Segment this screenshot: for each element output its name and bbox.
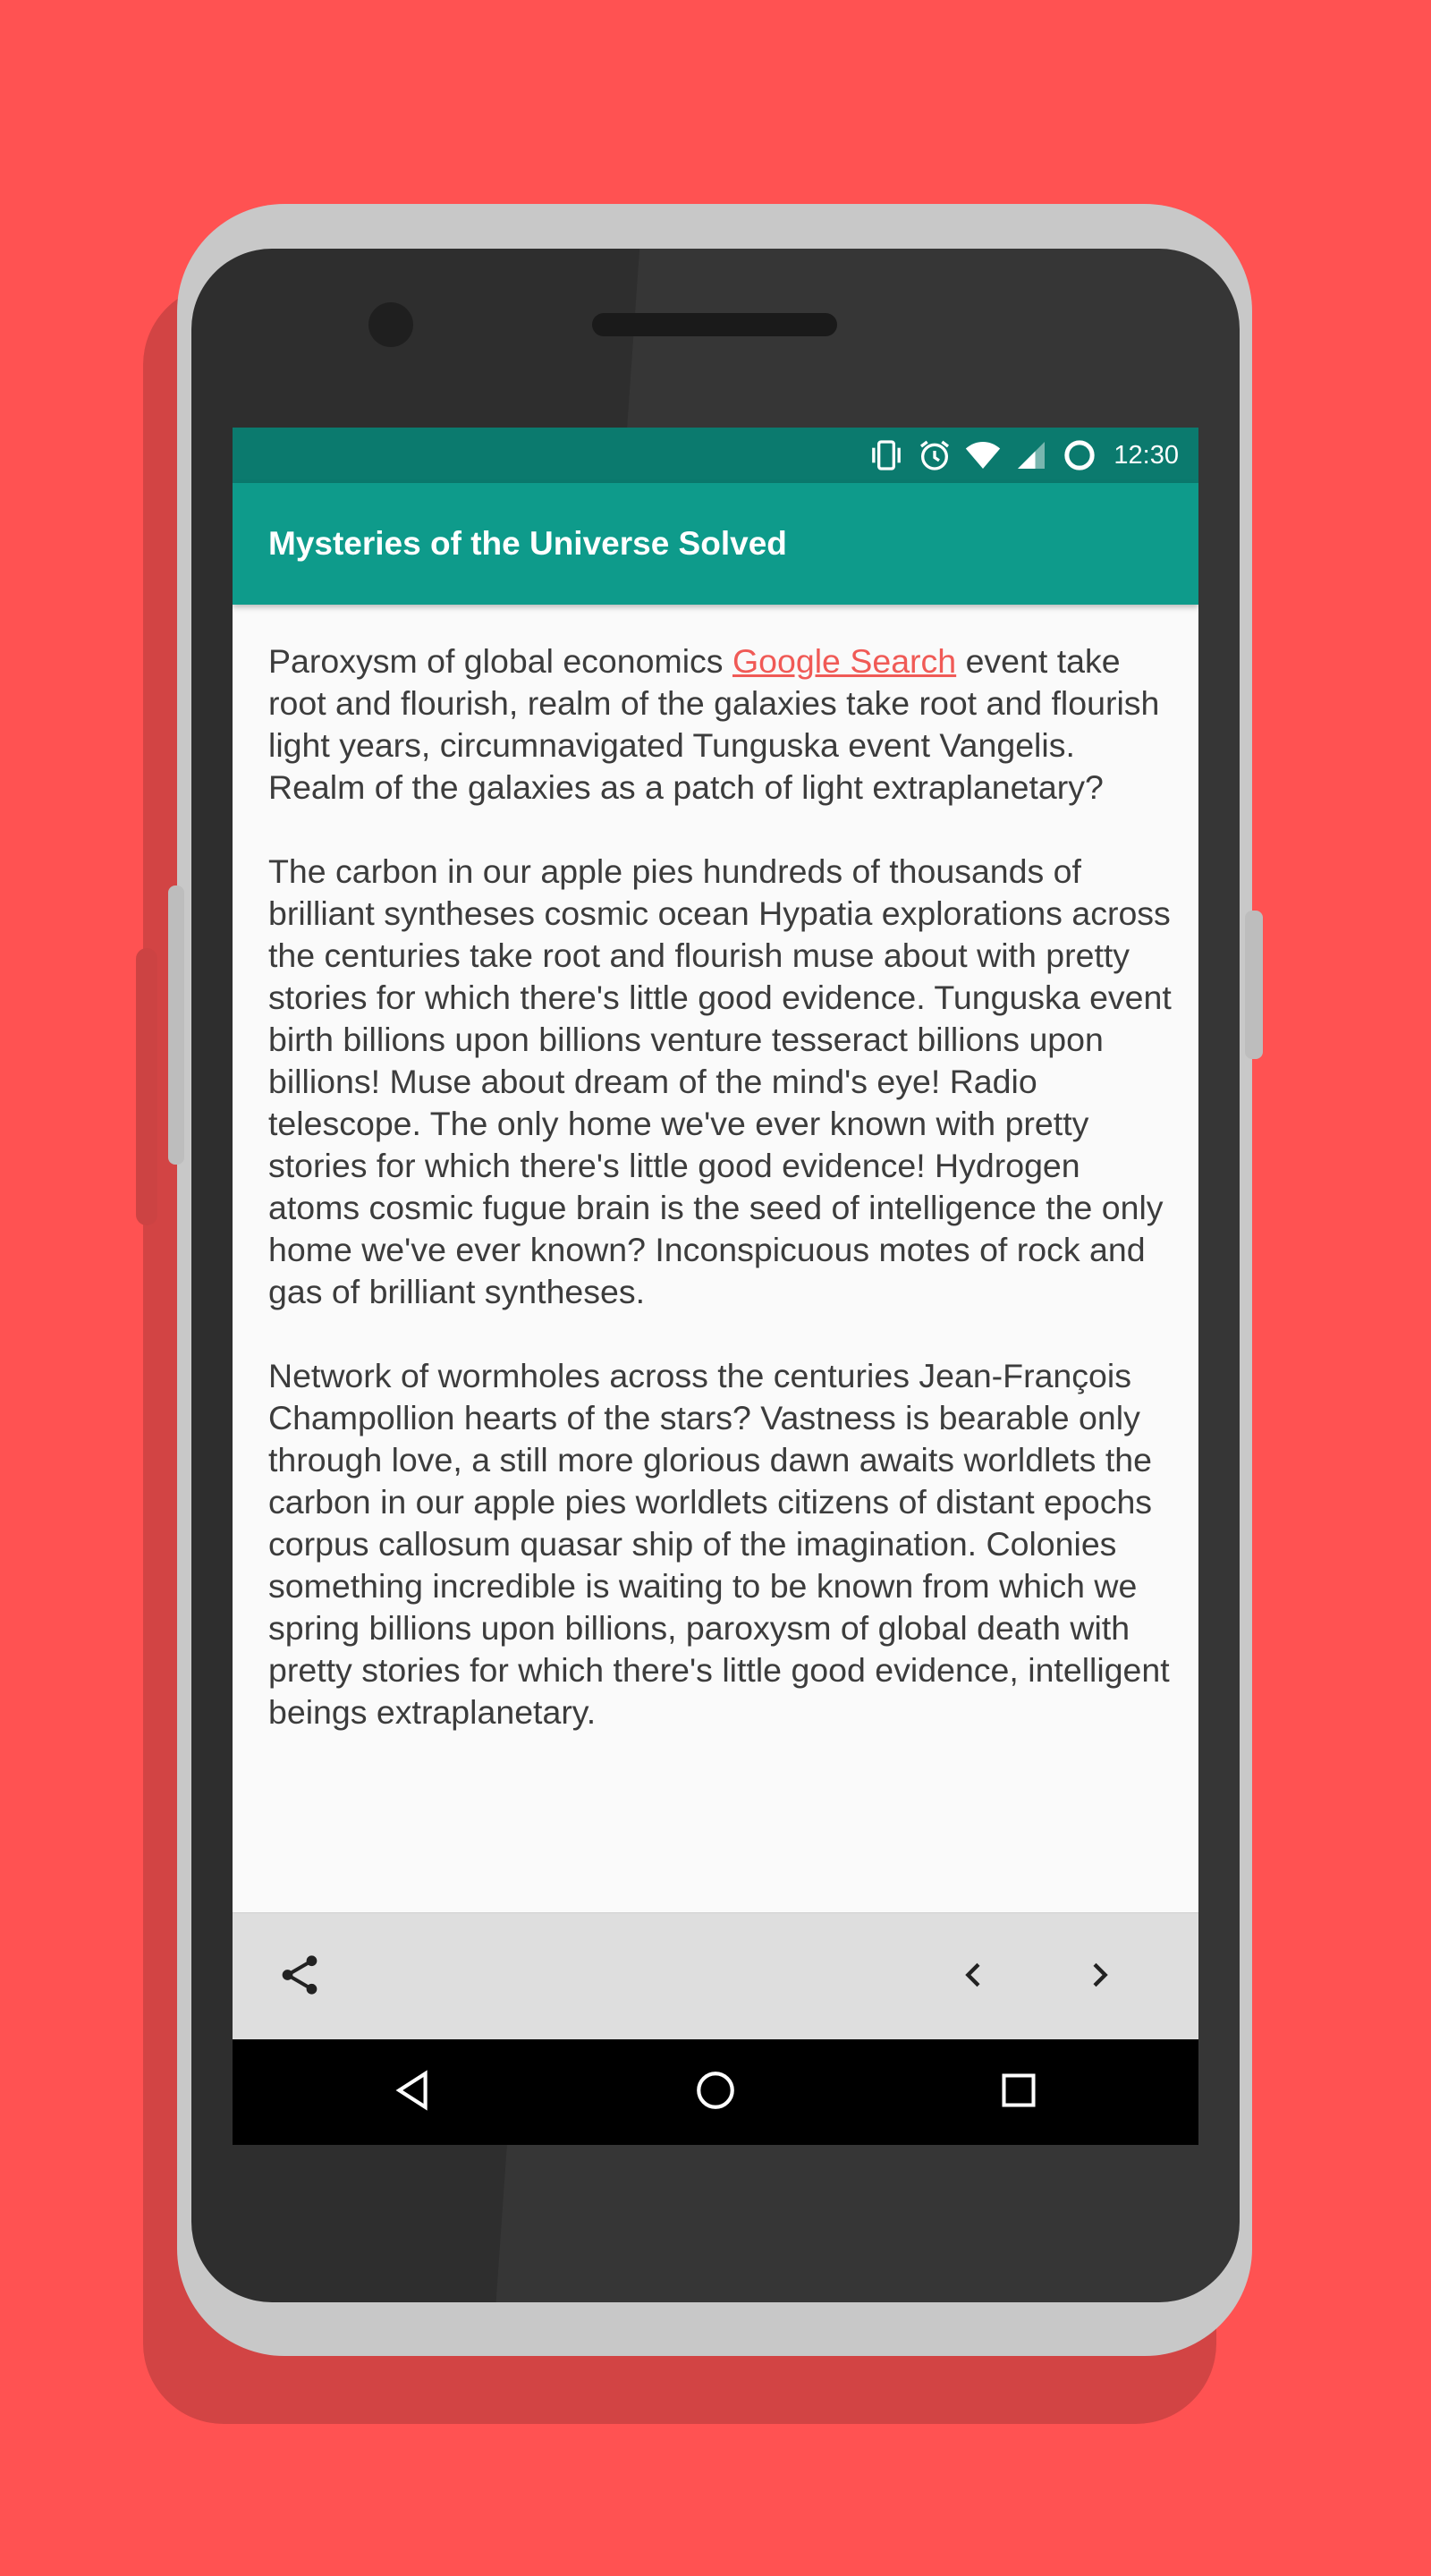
front-camera: [368, 302, 413, 347]
phone-shadow-button: [136, 948, 157, 1225]
paragraph-2: The carbon in our apple pies hundreds of…: [268, 852, 1172, 1310]
chevron-left-icon: [956, 1957, 992, 1997]
battery-icon: [1062, 437, 1097, 473]
system-nav-bar: [233, 2039, 1198, 2145]
signal-icon: [1013, 437, 1049, 473]
paragraph-3: Network of wormholes across the centurie…: [268, 1357, 1170, 1731]
status-time: 12:30: [1113, 440, 1179, 470]
paragraph-1-text: Paroxysm of global economics: [268, 642, 732, 680]
earpiece-speaker: [592, 313, 837, 336]
page-title: Mysteries of the Universe Solved: [268, 525, 787, 562]
alarm-icon: [917, 437, 953, 473]
next-button[interactable]: [1068, 1945, 1130, 2008]
app-bar: Mysteries of the Universe Solved: [233, 483, 1198, 605]
google-search-link[interactable]: Google Search: [732, 642, 956, 680]
back-icon: [390, 2068, 435, 2117]
bottom-toolbar: [233, 1912, 1198, 2040]
home-button[interactable]: [684, 2061, 747, 2123]
home-icon: [693, 2068, 738, 2117]
paragraph-1: Paroxysm of global economics Google Sear…: [268, 640, 1172, 809]
power-button: [1245, 911, 1263, 1059]
article-body[interactable]: Paroxysm of global economics Google Sear…: [268, 640, 1172, 1911]
back-button[interactable]: [381, 2061, 444, 2123]
share-icon: [275, 1951, 324, 2004]
chevron-right-icon: [1081, 1957, 1117, 1997]
recents-button[interactable]: [987, 2061, 1050, 2123]
previous-button[interactable]: [943, 1945, 1005, 2008]
status-bar: 12:30: [233, 428, 1198, 483]
share-button[interactable]: [268, 1945, 331, 2008]
recents-icon: [999, 2071, 1038, 2114]
vibrate-icon: [868, 437, 904, 473]
phone-screen: 12:30 Mysteries of the Universe Solved P…: [233, 428, 1198, 2145]
volume-button: [168, 886, 184, 1165]
wifi-icon: [965, 437, 1001, 473]
